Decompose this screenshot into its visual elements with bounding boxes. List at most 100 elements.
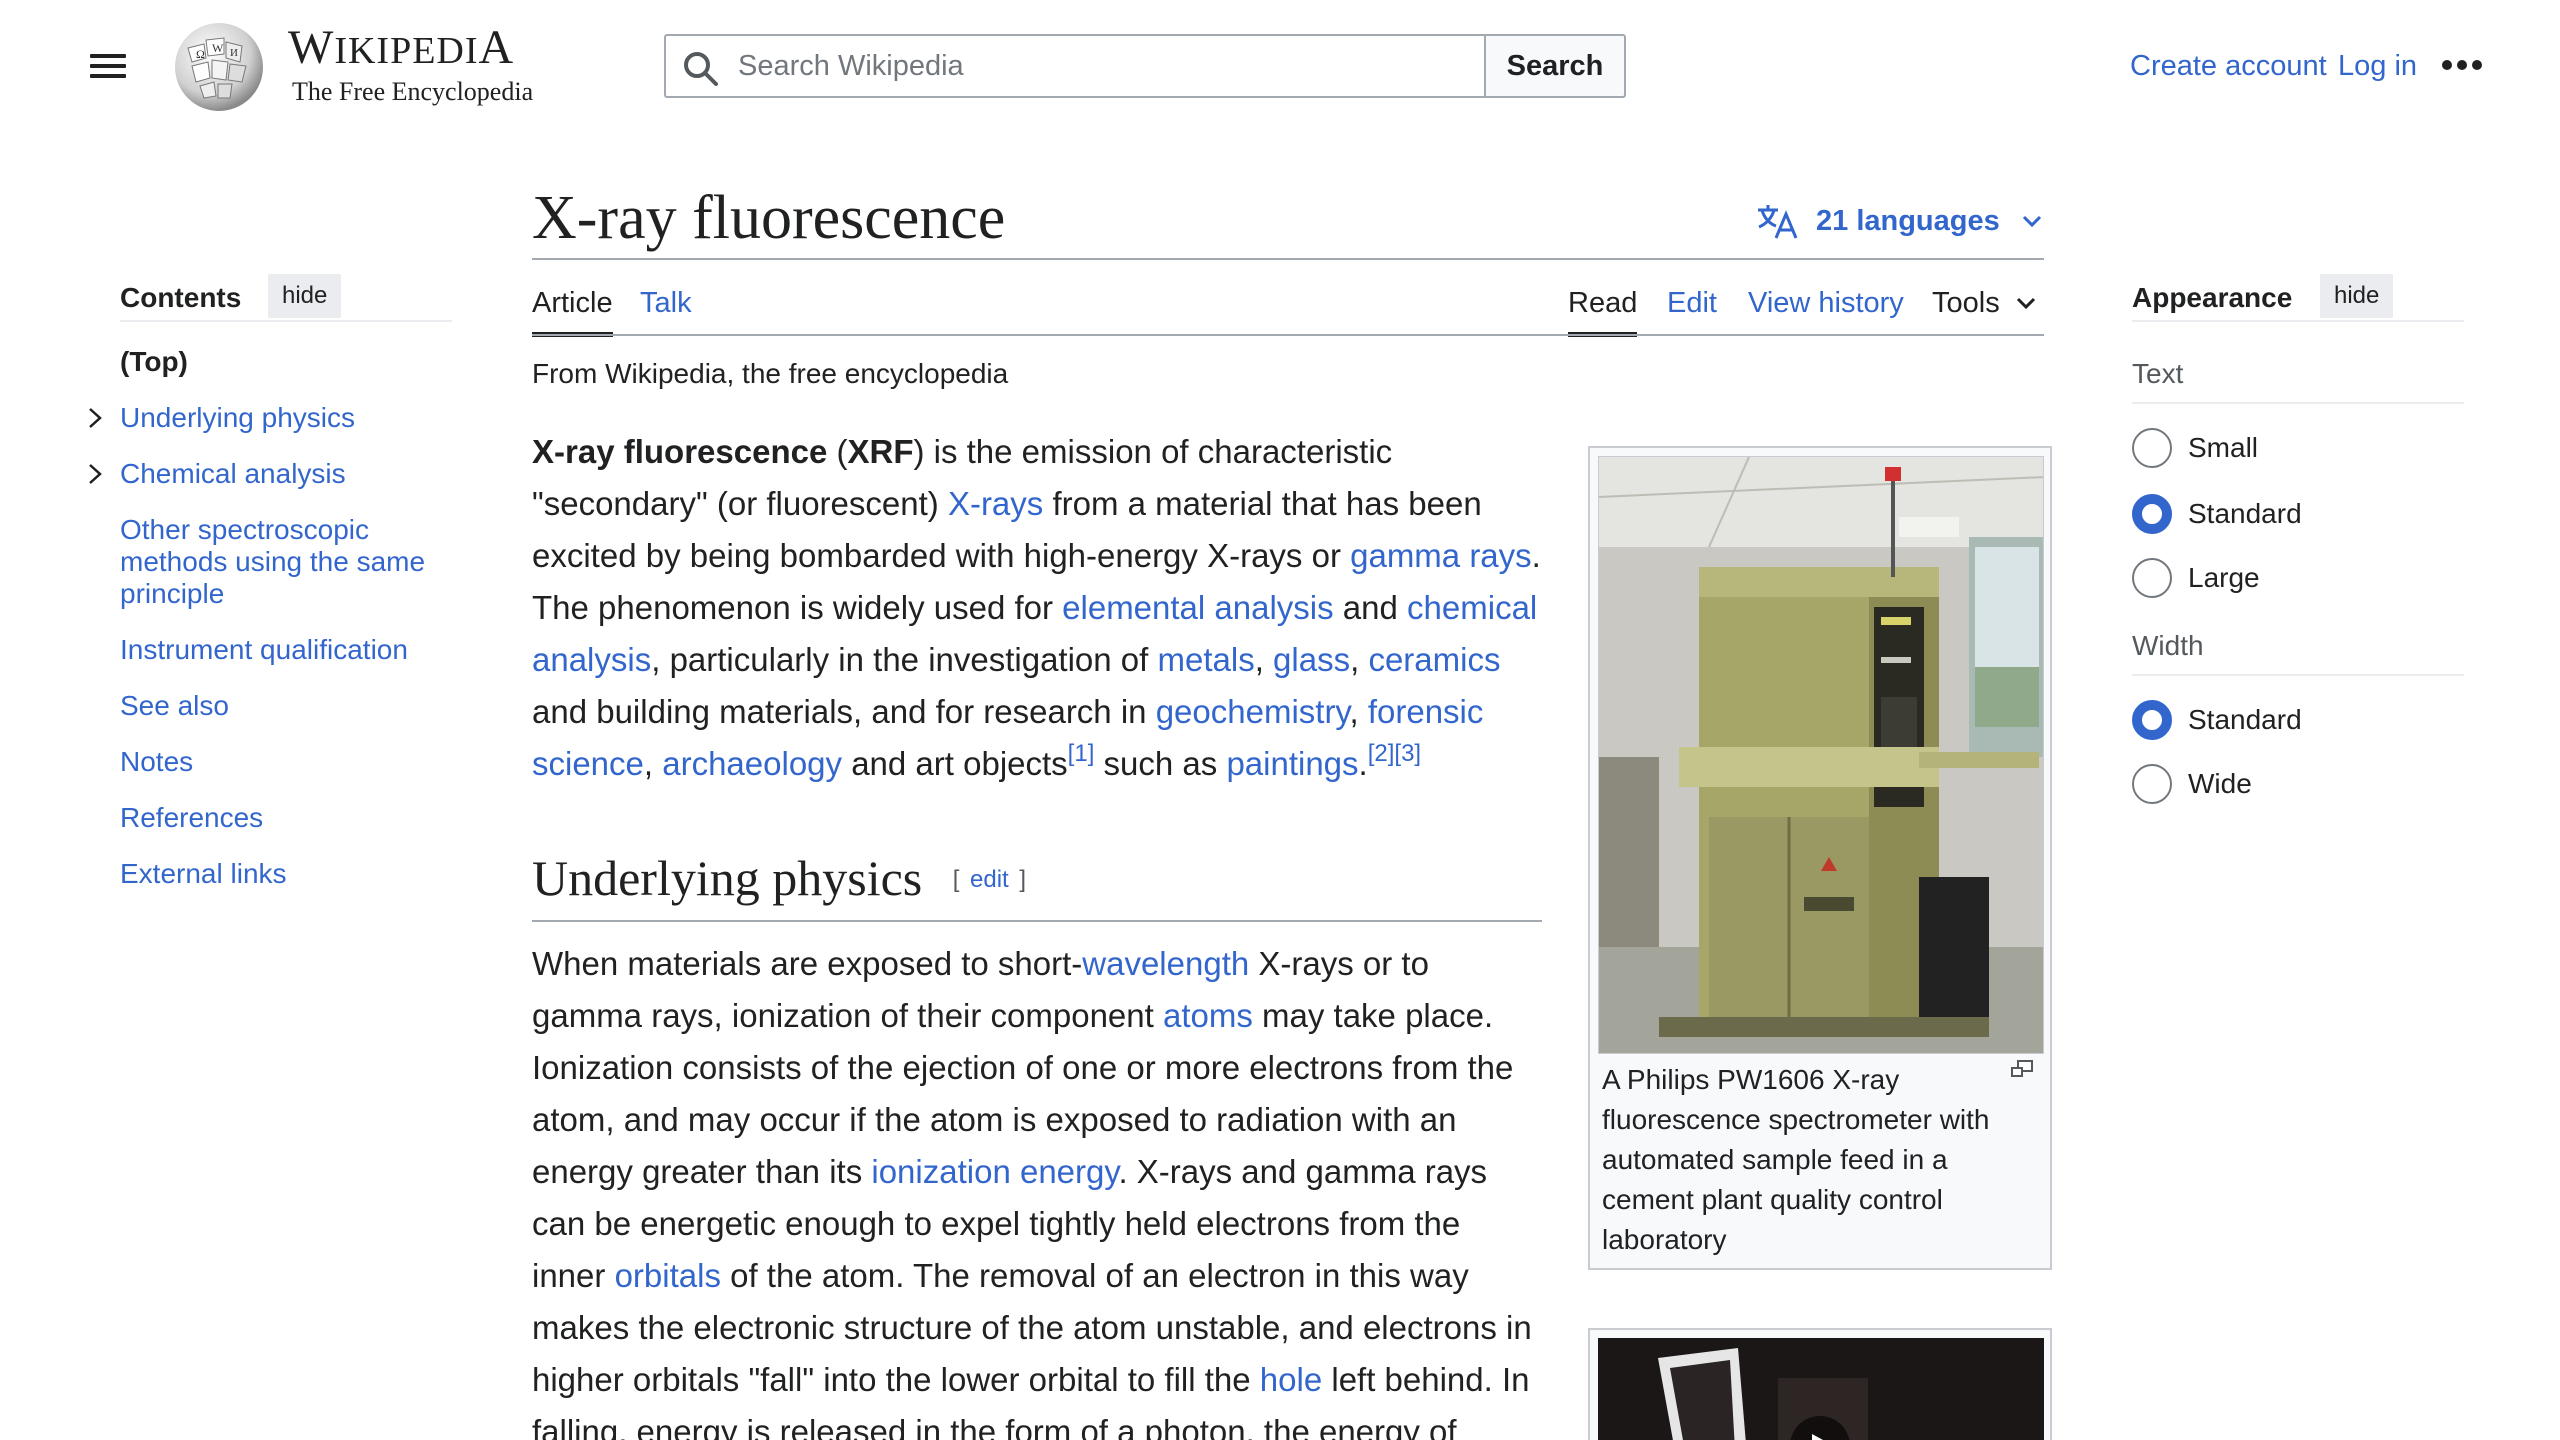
toc-item-underlying-physics[interactable]: Underlying physics [89, 402, 452, 434]
link-archaeology[interactable]: archaeology [662, 745, 842, 782]
tab-edit[interactable]: Edit [1667, 286, 1717, 320]
title-divider [532, 258, 2044, 260]
log-in-link[interactable]: Log in [2338, 50, 2417, 83]
lead-paragraph: X-ray fluorescence (XRF) is the emission… [532, 433, 1541, 782]
link-elemental-analysis[interactable]: elemental analysis [1062, 589, 1333, 626]
section-title: Underlying physics [532, 850, 923, 906]
reference-2[interactable]: [2] [1368, 740, 1395, 767]
section-heading-underlying-physics: Underlying physics [ edit ] [532, 846, 1542, 922]
main-menu-icon[interactable] [88, 48, 130, 82]
text-size-label: Text [2132, 358, 2184, 389]
toc-title: Contents [120, 282, 242, 313]
reference-1[interactable]: [1] [1068, 740, 1095, 767]
radio-button[interactable] [2132, 428, 2172, 468]
text-size-divider [2132, 402, 2464, 404]
appearance-panel: Appearance hide Text Small Standard Larg… [2132, 272, 2464, 804]
radio-button-selected[interactable] [2132, 700, 2172, 740]
width-divider [2132, 674, 2464, 676]
link-gamma-rays[interactable]: gamma rays [1350, 537, 1532, 574]
toc-link[interactable]: Underlying physics [120, 402, 452, 434]
appearance-header: Appearance hide [2132, 272, 2464, 322]
enlarge-icon[interactable] [2010, 1060, 2034, 1080]
link-ionization-energy[interactable]: ionization energy [871, 1153, 1118, 1190]
toc-item-other-spectroscopic-methods[interactable]: Other spectroscopic methods using the sa… [120, 514, 452, 610]
appearance-hide-button[interactable]: hide [2320, 274, 2394, 318]
toc-item-instrument-qualification[interactable]: Instrument qualification [120, 634, 452, 666]
toc-item-references[interactable]: References [120, 802, 452, 834]
tab-article[interactable]: Article [532, 286, 613, 337]
language-count: 21 languages [1816, 204, 2000, 237]
width-wide-option[interactable]: Wide [2132, 764, 2252, 804]
search-button[interactable]: Search [1484, 34, 1626, 98]
toc-list: (Top) Underlying physics Chemical analys… [89, 346, 452, 890]
radio-button[interactable] [2132, 558, 2172, 598]
toc-link[interactable]: External links [120, 858, 452, 890]
toc-header: Contents hide [120, 272, 452, 322]
search-input[interactable] [738, 38, 1468, 94]
toc-link[interactable]: References [120, 802, 452, 834]
toc-item-top[interactable]: (Top) [120, 346, 452, 378]
reference-3[interactable]: [3] [1394, 740, 1421, 767]
tools-label: Tools [1932, 287, 2000, 319]
toc-link[interactable]: Other spectroscopic methods using the sa… [120, 514, 452, 610]
link-wavelength[interactable]: wavelength [1082, 945, 1249, 982]
tab-view-history[interactable]: View history [1748, 286, 1904, 320]
figure-caption: A Philips PW1606 X-ray fluorescence spec… [1602, 1064, 1990, 1255]
width-standard-option[interactable]: Standard [2132, 700, 2302, 740]
spectrometer-photo[interactable] [1598, 456, 2044, 1054]
bold-abbrev: XRF [847, 433, 914, 470]
radio-label: Standard [2188, 704, 2302, 735]
svg-text:W: W [212, 41, 224, 55]
site-header: Ω W И WIKIPEDIA The Free Encyclopedia Se… [0, 0, 2560, 132]
link-orbitals[interactable]: orbitals [615, 1257, 721, 1294]
radio-button[interactable] [2132, 764, 2172, 804]
toc-item-external-links[interactable]: External links [120, 858, 452, 890]
svg-text:Ω: Ω [196, 47, 205, 61]
link-metals[interactable]: metals [1158, 641, 1255, 678]
expand-chevron-icon[interactable] [84, 462, 106, 486]
radio-label: Large [2188, 562, 2260, 593]
more-options-icon[interactable] [2440, 58, 2484, 72]
wikipedia-globe-logo[interactable]: Ω W И [168, 18, 270, 114]
toc-item-chemical-analysis[interactable]: Chemical analysis [89, 458, 452, 490]
text-size-small-option[interactable]: Small [2132, 428, 2258, 468]
radio-button-selected[interactable] [2132, 494, 2172, 534]
section-edit-link[interactable]: edit [966, 866, 1013, 893]
language-button[interactable]: 21 languages [1756, 198, 2044, 244]
page-title: X-ray fluorescence [532, 184, 1006, 252]
language-icon [1758, 205, 1798, 239]
link-hole[interactable]: hole [1260, 1361, 1322, 1398]
appearance-title: Appearance [2132, 282, 2293, 313]
radio-label: Wide [2188, 768, 2252, 799]
chevron-down-icon [2022, 215, 2041, 228]
text-size-standard-option[interactable]: Standard [2132, 494, 2302, 534]
link-glass[interactable]: glass [1273, 641, 1350, 678]
toc-link[interactable]: See also [120, 690, 452, 722]
toc-item-see-also[interactable]: See also [120, 690, 452, 722]
toc-hide-button[interactable]: hide [268, 274, 342, 318]
section-edit: [ edit ] [952, 866, 1027, 893]
link-ceramics[interactable]: ceramics [1368, 641, 1500, 678]
table-of-contents: Contents hide (Top) Underlying physics C… [89, 272, 452, 914]
wikipedia-wordmark[interactable]: WIKIPEDIA The Free Encyclopedia [288, 22, 548, 107]
expand-chevron-icon[interactable] [84, 406, 106, 430]
toc-link[interactable]: Chemical analysis [120, 458, 452, 490]
tab-tools[interactable]: Tools [1932, 286, 2038, 320]
link-x-rays[interactable]: X-rays [948, 485, 1043, 522]
toc-link[interactable]: Notes [120, 746, 452, 778]
tab-talk[interactable]: Talk [640, 286, 692, 320]
create-account-link[interactable]: Create account [2130, 50, 2327, 83]
link-paintings[interactable]: paintings [1226, 745, 1358, 782]
toc-link[interactable]: Instrument qualification [120, 634, 452, 666]
link-atoms[interactable]: atoms [1163, 997, 1253, 1034]
svg-text:И: И [230, 47, 238, 59]
toc-item-notes[interactable]: Notes [120, 746, 452, 778]
search-icon [684, 52, 718, 86]
text-size-large-option[interactable]: Large [2132, 558, 2260, 598]
tab-read[interactable]: Read [1568, 286, 1638, 337]
tabs-divider [532, 334, 2044, 336]
video-thumbnail[interactable] [1598, 1338, 2044, 1440]
link-geochemistry[interactable]: geochemistry [1156, 693, 1350, 730]
figure-video [1588, 1328, 2052, 1440]
figure-spectrometer: A Philips PW1606 X-ray fluorescence spec… [1588, 446, 2052, 1270]
